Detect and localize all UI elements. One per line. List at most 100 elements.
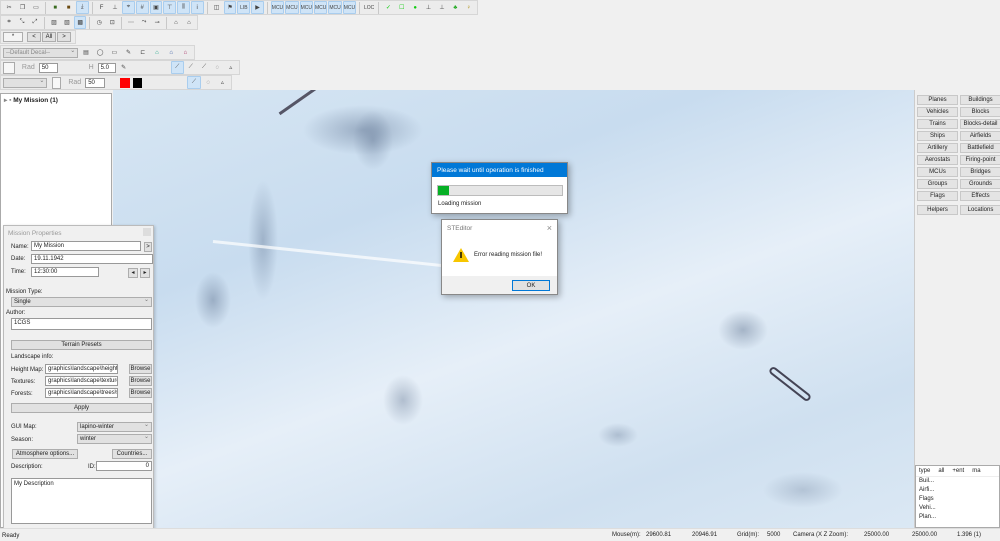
date-picker[interactable]: 19.11.1942 [31, 254, 153, 264]
h-input[interactable]: 5.0 [97, 62, 117, 73]
close-button[interactable] [143, 228, 151, 236]
copy-icon[interactable]: ❐ [16, 1, 28, 14]
circle-icon[interactable]: ◷ [93, 16, 105, 29]
category-button-airfields[interactable]: Airfields [960, 131, 1000, 141]
category-button-helpers[interactable]: Helpers [917, 205, 958, 215]
eyedropper-icon[interactable]: ✎ [122, 46, 135, 59]
ruler-alt-icon[interactable]: ⊥ [436, 1, 448, 14]
category-button-artillery[interactable]: Artillery [917, 143, 958, 153]
dot-icon[interactable]: ● [409, 1, 421, 14]
mcu-icon[interactable]: MCU [313, 1, 328, 14]
decal-move-icon[interactable]: ⌂ [165, 46, 178, 59]
season-select[interactable]: winter [77, 433, 152, 444]
col-all[interactable]: all [938, 468, 944, 474]
grid-icon[interactable]: # [135, 1, 149, 14]
black-color-swatch[interactable] [132, 77, 143, 88]
pattern-icon[interactable]: ▩ [73, 16, 87, 29]
mcu-icon[interactable]: MCU [299, 1, 313, 14]
circle-icon[interactable]: ◯ [94, 46, 107, 59]
star-button[interactable]: * [3, 32, 23, 42]
decal-add-icon[interactable]: ⌂ [150, 46, 163, 59]
decal-select[interactable]: --Default Decal-- [3, 47, 79, 58]
path-icon[interactable]: ⋯ [125, 16, 137, 29]
category-button-ships[interactable]: Ships [917, 131, 958, 141]
category-button-groups[interactable]: Groups [917, 179, 958, 189]
brush-sub-icon[interactable]: ⟋ [198, 61, 210, 74]
smooth-icon[interactable]: ◌ [202, 76, 215, 89]
category-button-planes[interactable]: Planes [917, 95, 958, 105]
dst-icon[interactable]: ◫ [210, 1, 222, 14]
object-list[interactable]: type all +ent ma Buil... Airfi... Flags Veh… [915, 465, 1000, 528]
category-button-blocks-detail[interactable]: Blocks-detail [960, 119, 1000, 129]
download-icon[interactable]: ⤓ [75, 1, 89, 14]
list-item[interactable]: Buil... [919, 477, 996, 486]
height-map-input[interactable]: graphics\landscape\height.I [45, 364, 118, 374]
apply-button[interactable]: Apply [11, 403, 152, 413]
loc-icon[interactable]: LOC [363, 1, 375, 14]
path-alt-icon[interactable]: ⤳ [138, 16, 150, 29]
mcu-icon[interactable]: MCU [285, 1, 299, 14]
category-button-mcus[interactable]: MCUs [917, 167, 958, 177]
list-item[interactable]: Flags [919, 495, 996, 504]
col-ma[interactable]: ma [972, 468, 980, 474]
cut-icon[interactable]: ✂ [3, 1, 15, 14]
bulb-icon[interactable]: ♀ [463, 1, 475, 14]
anchor-icon[interactable]: ⊥ [109, 1, 121, 14]
snap-icon[interactable]: ⌖ [122, 1, 135, 14]
map-view[interactable] [113, 90, 914, 528]
textures-input[interactable]: graphics\landscape\texture [45, 376, 118, 386]
eyedropper-icon[interactable]: ✎ [117, 61, 129, 74]
forests-input[interactable]: graphics\landscape\trees\w [45, 388, 118, 398]
category-button-vehicles[interactable]: Vehicles [917, 107, 958, 117]
waypoint-icon[interactable]: ⊸ [151, 16, 163, 29]
distribute-icon[interactable]: ⫼ [177, 1, 190, 14]
close-icon[interactable]: × [547, 223, 552, 233]
brush-mode-icon[interactable]: ⟋ [170, 61, 184, 74]
terrain-presets-button[interactable]: Terrain Presets [11, 340, 152, 350]
terrain-icon[interactable]: ■ [49, 1, 61, 14]
author-input[interactable]: 1CGS [11, 318, 152, 330]
prev-button[interactable]: < [27, 32, 41, 42]
category-button-firing-point[interactable]: Firing-point [960, 155, 1000, 165]
category-button-blocks[interactable]: Blocks [960, 107, 1000, 117]
category-button-aerostats[interactable]: Aerostats [917, 155, 958, 165]
select-icon[interactable]: ⌗ [3, 16, 15, 29]
lib-icon[interactable]: LIB [237, 1, 251, 14]
paint-select[interactable] [3, 77, 48, 88]
rect-icon[interactable]: ▭ [108, 46, 121, 59]
category-button-flags[interactable]: Flags [917, 191, 958, 201]
time-next-button[interactable]: ▸ [140, 268, 150, 278]
name-input[interactable]: My Mission [31, 241, 141, 251]
list-item[interactable]: Vehi... [919, 504, 996, 513]
rad-input[interactable]: 50 [38, 62, 58, 73]
category-button-grounds[interactable]: Grounds [960, 179, 1000, 189]
bp-icon[interactable]: ▶ [251, 1, 264, 14]
height-browse-button[interactable]: Browse [129, 364, 152, 374]
textures-browse-button[interactable]: Browse [129, 376, 152, 386]
select-group-icon[interactable]: ⤢ [29, 16, 41, 29]
flatten-icon[interactable]: ▵ [225, 61, 237, 74]
category-button-buildings[interactable]: Buildings [960, 95, 1000, 105]
category-button-battlefield[interactable]: Battlefield [960, 143, 1000, 153]
ok-button[interactable]: OK [512, 280, 550, 291]
gui-map-select[interactable]: lapino-winter [77, 421, 152, 432]
save-icon[interactable]: ▤ [79, 46, 92, 59]
font-icon[interactable]: F [95, 1, 107, 14]
atmosphere-options-button[interactable]: Atmosphere options... [12, 449, 78, 459]
mcu-icon[interactable]: MCU [342, 1, 357, 14]
col-type[interactable]: type [919, 468, 930, 474]
next-button[interactable]: > [57, 32, 71, 42]
red-color-swatch[interactable] [119, 77, 130, 88]
col-ent[interactable]: +ent [952, 468, 964, 474]
rad2-input[interactable]: 50 [85, 77, 105, 88]
countries-button[interactable]: Countries... [112, 449, 152, 459]
tree-root[interactable]: ▸ ▪ My Mission (1) [1, 94, 111, 106]
flag-icon[interactable]: ⚑ [223, 1, 237, 14]
object-alt-icon[interactable]: ⌂ [183, 16, 195, 29]
frame-icon[interactable]: ▣ [149, 1, 163, 14]
smooth-icon[interactable]: ◌ [211, 61, 223, 74]
time-input[interactable]: 12:30:00 [31, 267, 99, 277]
flatten-icon[interactable]: ▵ [216, 76, 229, 89]
category-button-effects[interactable]: Effects [960, 191, 1000, 201]
tree-icon[interactable]: ♣ [449, 1, 461, 14]
